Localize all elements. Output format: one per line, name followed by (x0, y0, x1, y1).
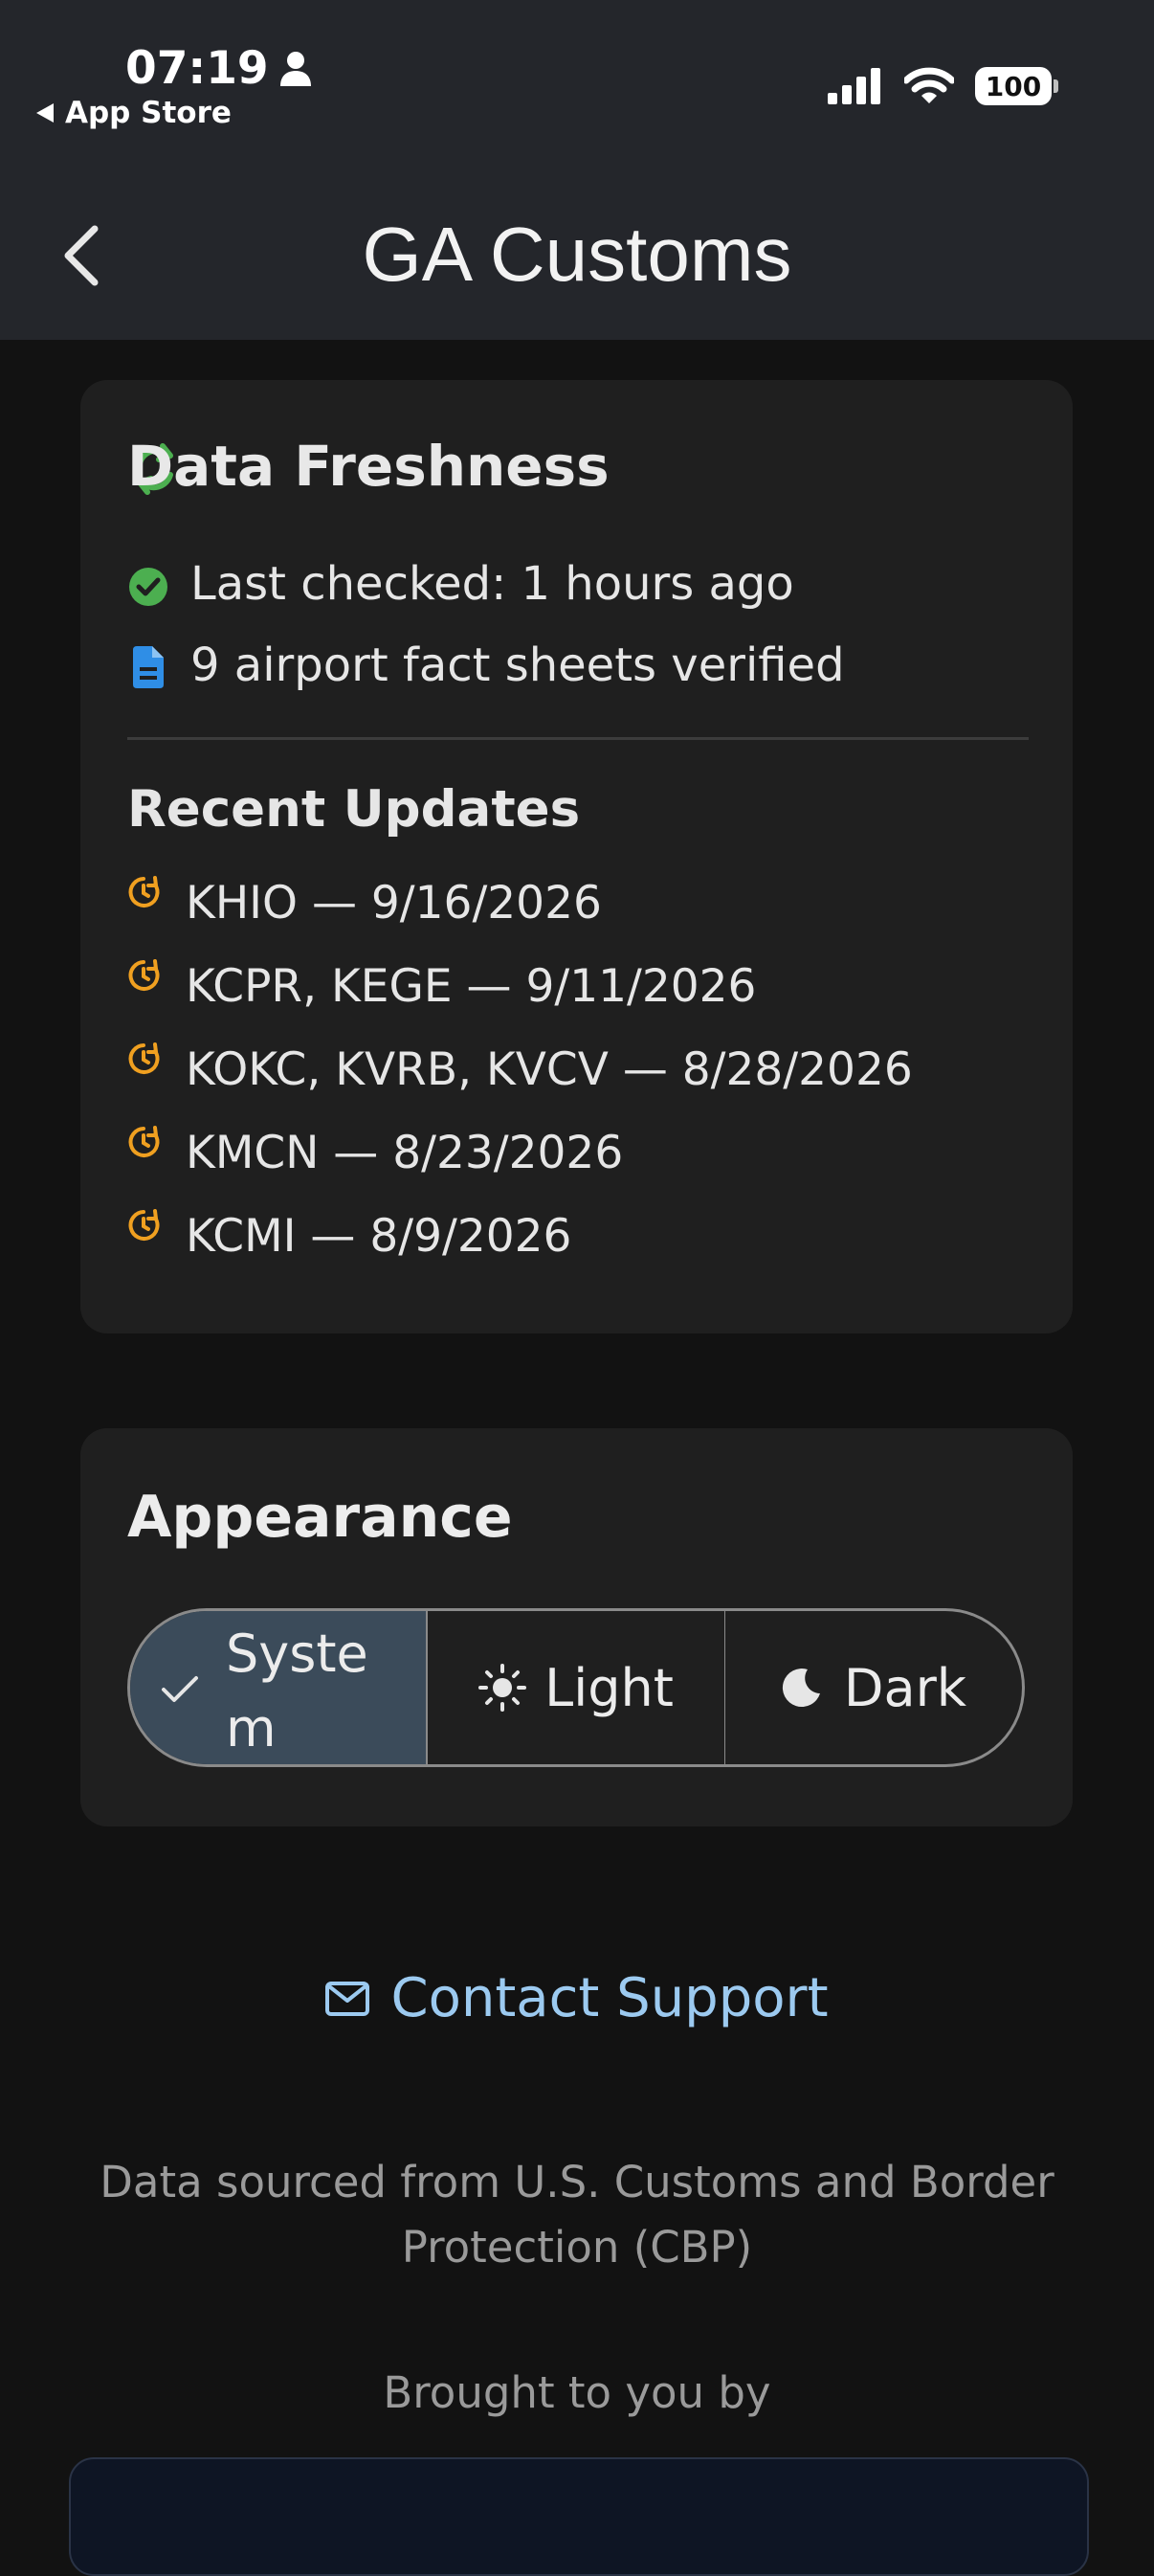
appearance-title: Appearance (127, 1484, 513, 1551)
status-back-to-app[interactable]: App Store (34, 96, 232, 130)
theme-option-light[interactable]: Light (428, 1611, 724, 1764)
person-icon (279, 51, 311, 86)
cellular-signal-icon (828, 68, 880, 104)
check-circle-icon (129, 568, 167, 606)
data-freshness-title: Data Freshness (127, 434, 610, 499)
status-time: 07:19 (125, 42, 313, 95)
status-back-label: App Store (65, 96, 232, 130)
back-triangle-icon (36, 103, 54, 123)
battery-indicator: 100 (975, 67, 1058, 105)
checkmark-icon (162, 1676, 198, 1702)
status-indicators: 100 (828, 67, 1058, 105)
update-clock-icon (128, 876, 160, 907)
contact-support-label: Contact Support (390, 1967, 829, 2029)
theme-option-light-label: Light (544, 1657, 674, 1718)
update-clock-icon (128, 1209, 160, 1241)
update-item: KOKC, KVRB, KVCV — 8/28/2026 (186, 1043, 913, 1096)
theme-option-dark-label: Dark (843, 1657, 967, 1718)
sun-icon (478, 1664, 527, 1712)
theme-segmented-control: Syste m Light Dark (127, 1608, 1025, 1767)
data-freshness-card (80, 380, 1073, 1333)
update-clock-icon (128, 959, 160, 991)
battery-level: 100 (985, 70, 1042, 102)
wifi-icon (904, 67, 954, 103)
theme-option-system[interactable]: Syste m (130, 1611, 426, 1764)
data-source-line2: Protection (CBP) (401, 2222, 753, 2273)
card-divider (127, 737, 1029, 740)
verified-text: 9 airport fact sheets verified (190, 638, 845, 692)
data-source-text: Data sourced from U.S. Customs and Borde… (57, 2150, 1097, 2280)
moon-icon (782, 1669, 820, 1708)
system-label-line2: m (226, 1698, 277, 1758)
document-icon (133, 646, 164, 688)
brought-by-text: Brought to you by (383, 2367, 771, 2418)
data-source-line1: Data sourced from U.S. Customs and Borde… (100, 2157, 1054, 2207)
update-item: KCPR, KEGE — 9/11/2026 (186, 960, 757, 1013)
theme-option-system-label: Syste m (226, 1617, 368, 1764)
recent-updates-title: Recent Updates (127, 780, 581, 839)
status-time-text: 07:19 (125, 42, 269, 95)
update-clock-icon (128, 1042, 160, 1074)
page-title: GA Customs (362, 212, 792, 297)
system-label-line1: Syste (226, 1624, 368, 1684)
update-item: KCMI — 8/9/2026 (186, 1210, 572, 1263)
theme-option-dark[interactable]: Dark (725, 1611, 1022, 1764)
contact-support-link[interactable]: Contact Support (0, 1967, 1154, 2029)
last-checked-text: Last checked: 1 hours ago (190, 557, 794, 611)
update-clock-icon (128, 1126, 160, 1157)
sponsor-card[interactable] (69, 2457, 1089, 2576)
app-header: 07:19 App Store 100 GA Customs (0, 0, 1154, 340)
update-item: KHIO — 9/16/2026 (186, 877, 602, 930)
update-item: KMCN — 8/23/2026 (186, 1127, 624, 1179)
mail-icon (325, 1981, 370, 2016)
